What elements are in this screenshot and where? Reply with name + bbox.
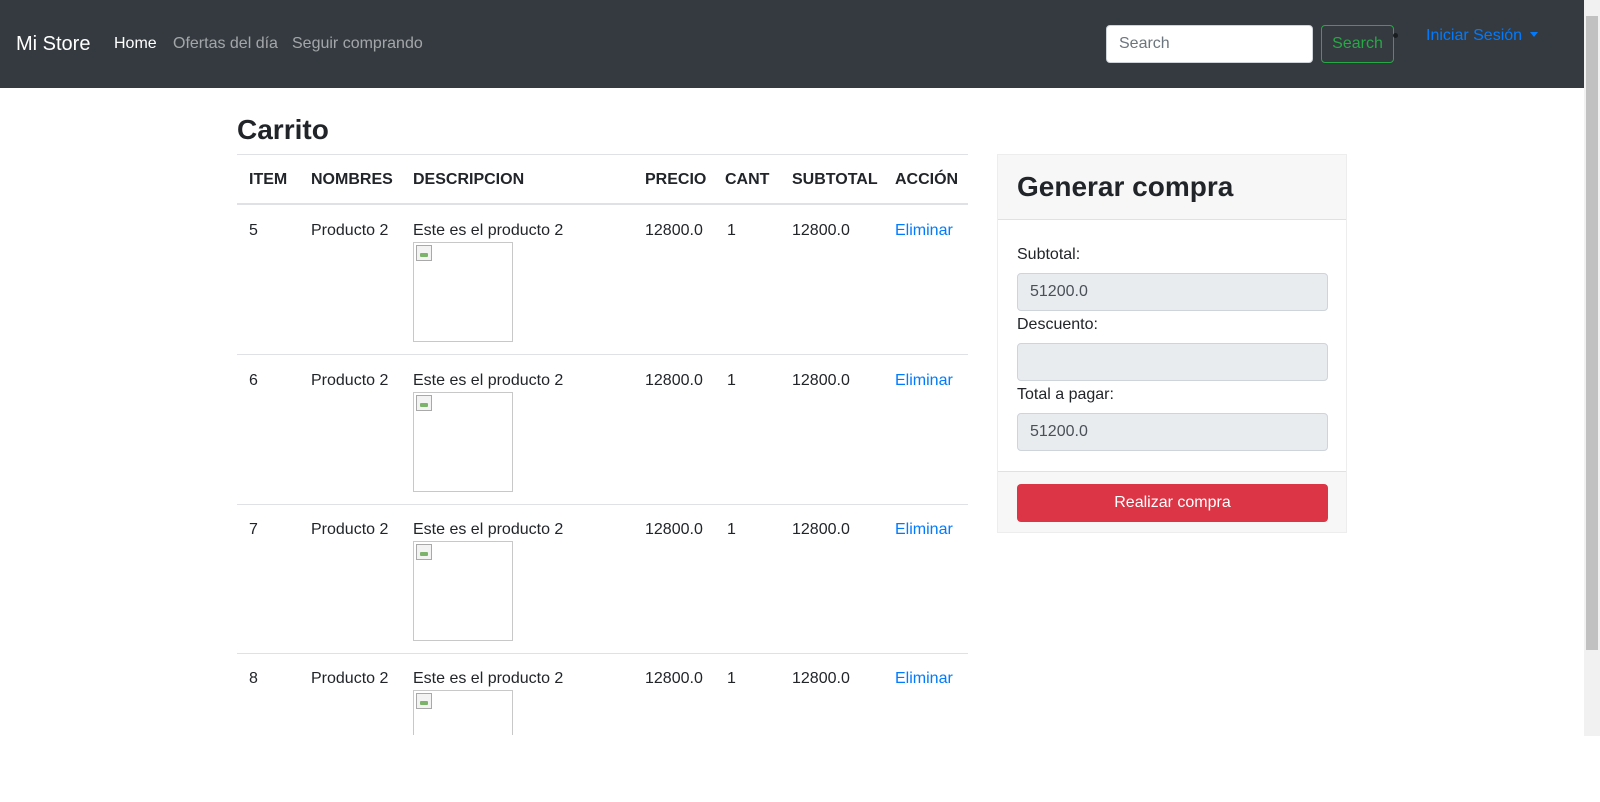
eliminar-link[interactable]: Eliminar <box>895 221 953 241</box>
broken-image-icon <box>416 245 432 261</box>
header-cant: CANT <box>725 171 770 188</box>
table-row: 8 Producto 2 Este es el producto 2 12800… <box>237 653 968 802</box>
cell-cant: 1 <box>727 372 736 389</box>
product-image <box>413 541 513 641</box>
table-row: 6 Producto 2 Este es el producto 2 12800… <box>237 355 968 504</box>
cell-precio: 12800.0 <box>645 222 703 239</box>
descuento-label: Descuento: <box>1017 316 1098 333</box>
header-item: ITEM <box>249 171 288 188</box>
cell-descripcion: Este es el producto 2 <box>413 372 564 389</box>
navbar: Mi Store Home Ofertas del día Seguir com… <box>0 0 1584 88</box>
cell-nombre: Producto 2 <box>311 521 389 538</box>
total-field[interactable]: 51200.0 <box>1017 413 1328 451</box>
table-row: 5 Producto 2 Este es el producto 2 12800… <box>237 205 968 354</box>
cell-nombre: Producto 2 <box>311 222 389 239</box>
cell-cant: 1 <box>727 521 736 538</box>
cell-item: 5 <box>249 222 258 239</box>
product-image <box>413 690 513 735</box>
header-subtotal: SUBTOTAL <box>792 171 878 188</box>
product-image <box>413 392 513 492</box>
cell-cant: 1 <box>727 222 736 239</box>
cell-subtotal: 12800.0 <box>792 372 850 389</box>
login-label: Iniciar Sesión <box>1426 27 1523 44</box>
subtotal-field[interactable]: 51200.0 <box>1017 273 1328 311</box>
brand-logo[interactable]: Mi Store <box>16 31 90 57</box>
total-label: Total a pagar: <box>1017 386 1114 403</box>
summary-card: Generar compra Subtotal: 51200.0 Descuen… <box>997 154 1347 533</box>
table-row: 7 Producto 2 Este es el producto 2 12800… <box>237 504 968 653</box>
card-header: Generar compra <box>998 155 1346 220</box>
broken-image-icon <box>416 693 432 709</box>
cell-subtotal: 12800.0 <box>792 670 850 687</box>
product-image <box>413 242 513 342</box>
search-input[interactable]: Search <box>1106 25 1313 63</box>
subtotal-label: Subtotal: <box>1017 246 1081 263</box>
caret-down-icon <box>1530 32 1539 37</box>
eliminar-link[interactable]: Eliminar <box>895 520 953 540</box>
cell-item: 7 <box>249 521 258 538</box>
login-dropdown[interactable]: Iniciar Sesión <box>1426 26 1539 46</box>
cell-subtotal: 12800.0 <box>792 222 850 239</box>
broken-image-icon <box>416 544 432 560</box>
card-footer: Realizar compra <box>998 471 1346 532</box>
cell-item: 8 <box>249 670 258 687</box>
card-title: Generar compra <box>1017 171 1234 202</box>
cell-precio: 12800.0 <box>645 670 703 687</box>
cell-descripcion: Este es el producto 2 <box>413 521 564 538</box>
table-top-border <box>237 154 968 155</box>
header-accion: ACCIÓN <box>895 171 959 188</box>
cell-item: 6 <box>249 372 258 389</box>
realizar-compra-button[interactable]: Realizar compra <box>1017 484 1328 522</box>
page-title: Carrito <box>237 114 329 145</box>
header-descripcion: DESCRIPCION <box>413 171 525 188</box>
header-nombres: NOMBRES <box>311 171 393 188</box>
broken-image-icon <box>416 395 432 411</box>
dot-icon <box>1393 33 1398 38</box>
cell-precio: 12800.0 <box>645 521 703 538</box>
scrollbar-thumb[interactable] <box>1586 16 1598 650</box>
eliminar-link[interactable]: Eliminar <box>895 669 953 689</box>
descuento-field[interactable] <box>1017 343 1328 381</box>
nav-seguir-comprando[interactable]: Seguir comprando <box>292 34 423 54</box>
nav-ofertas[interactable]: Ofertas del día <box>173 34 278 54</box>
cell-descripcion: Este es el producto 2 <box>413 670 564 687</box>
eliminar-link[interactable]: Eliminar <box>895 371 953 391</box>
cell-cant: 1 <box>727 670 736 687</box>
header-precio: PRECIO <box>645 171 707 188</box>
nav-home[interactable]: Home <box>114 34 157 54</box>
search-button[interactable]: Search <box>1321 25 1394 63</box>
cell-nombre: Producto 2 <box>311 372 389 389</box>
cell-subtotal: 12800.0 <box>792 521 850 538</box>
cell-precio: 12800.0 <box>645 372 703 389</box>
cell-nombre: Producto 2 <box>311 670 389 687</box>
cell-descripcion: Este es el producto 2 <box>413 222 564 239</box>
